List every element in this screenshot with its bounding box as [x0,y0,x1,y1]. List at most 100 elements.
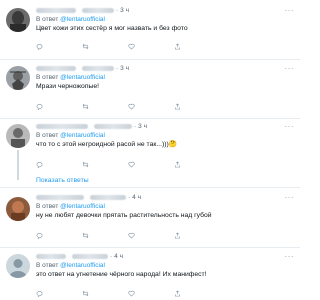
tweet-1[interactable]: · 3 ч В ответ @lentaruofficial Цвет кожи… [0,6,300,56]
retweet-icon [82,43,89,49]
reply-icon [36,161,43,168]
like-button[interactable] [128,42,174,50]
tweet-time[interactable]: 3 ч [120,65,129,72]
like-icon [128,232,135,239]
avatar[interactable] [6,197,30,221]
avatar[interactable] [6,66,30,90]
reply-handle-link[interactable]: @lentaruofficial [60,74,105,81]
like-button[interactable] [128,289,174,297]
share-icon [175,102,180,109]
tweet-text: что то с этой негроидной расой не так...… [36,141,178,148]
divider [0,118,300,119]
user-name[interactable] [36,8,76,13]
reply-icon [36,103,43,110]
more-icon[interactable]: ··· [285,122,295,131]
user-name[interactable] [36,66,76,71]
share-button[interactable] [174,160,220,168]
retweet-button[interactable] [82,289,128,297]
reply-handle-link[interactable]: @lentaruofficial [60,203,105,210]
share-button[interactable] [174,231,220,239]
tweet-actions [36,42,220,50]
retweet-button[interactable] [82,231,128,239]
tweet-time[interactable]: 3 ч [120,7,129,14]
user-name[interactable] [36,254,66,259]
tweet-5[interactable]: · 4 ч В ответ @lentaruofficial это ответ… [0,252,300,300]
show-replies-link[interactable]: Показать ответы [36,177,89,184]
like-icon [128,43,135,50]
retweet-icon [82,290,89,296]
reply-icon [36,43,43,50]
more-icon[interactable]: ··· [285,193,295,202]
tweet-time[interactable]: 3 ч [138,123,147,130]
share-button[interactable] [174,289,220,297]
tweet-text: Мрази черножопые! [36,83,100,90]
user-handle[interactable] [82,8,114,13]
tweet-meta: · 3 ч [36,6,296,15]
reply-icon [36,232,43,239]
tweet-actions [36,102,220,110]
reply-icon [36,290,43,297]
tweet-text: это ответ на угнетение чёрного народа! И… [36,271,207,278]
retweet-icon [82,103,89,109]
like-icon [128,290,135,297]
reply-handle-link[interactable]: @lentaruofficial [60,132,105,139]
reply-button[interactable] [36,160,82,168]
reply-context: В ответ @lentaruofficial [36,262,105,269]
thread-line [17,150,19,180]
reply-button[interactable] [36,231,82,239]
reply-button[interactable] [36,102,82,110]
avatar[interactable] [6,8,30,32]
divider [0,59,300,60]
divider [0,187,300,188]
retweet-icon [82,232,89,238]
like-icon [128,161,135,168]
reply-handle-link[interactable]: @lentaruofficial [60,16,105,23]
user-handle[interactable] [94,124,132,129]
like-button[interactable] [128,160,174,168]
retweet-button[interactable] [82,160,128,168]
tweet-text: ну не любят девочки прятать растительнос… [36,212,212,219]
avatar[interactable] [6,124,30,148]
more-icon[interactable]: ··· [285,252,295,261]
tweet-meta: · 4 ч [36,193,296,202]
user-name[interactable] [36,195,84,200]
tweet-meta: · 3 ч [36,122,296,131]
share-button[interactable] [174,42,220,50]
tweet-text: Цвет кожи этих сестёр я мог назвать и бе… [36,25,188,32]
reply-button[interactable] [36,42,82,50]
tweet-meta: · 4 ч [36,252,296,261]
user-handle[interactable] [72,254,108,259]
tweet-time[interactable]: 4 ч [132,194,141,201]
user-handle[interactable] [90,195,126,200]
tweet-3[interactable]: · 3 ч В ответ @lentaruofficial что то с … [0,122,300,184]
share-icon [175,160,180,167]
tweet-actions [36,231,220,239]
like-button[interactable] [128,102,174,110]
more-icon[interactable]: ··· [285,64,295,73]
user-handle[interactable] [82,66,114,71]
tweet-4[interactable]: · 4 ч В ответ @lentaruofficial ну не люб… [0,193,300,245]
reply-context: В ответ @lentaruofficial [36,132,105,139]
retweet-icon [82,161,89,167]
tweet-time[interactable]: 4 ч [114,253,123,260]
more-icon[interactable]: ··· [285,6,295,15]
user-name[interactable] [36,124,88,129]
share-icon [175,42,180,49]
reply-button[interactable] [36,289,82,297]
like-icon [128,103,135,110]
tweet-2[interactable]: · 3 ч В ответ @lentaruofficial Мрази чер… [0,64,300,116]
retweet-button[interactable] [82,42,128,50]
share-button[interactable] [174,102,220,110]
like-button[interactable] [128,231,174,239]
avatar[interactable] [6,254,30,278]
divider [0,247,300,248]
share-icon [175,289,180,296]
share-icon [175,231,180,238]
retweet-button[interactable] [82,102,128,110]
tweet-actions [36,289,220,297]
reply-context: В ответ @lentaruofficial [36,203,105,210]
tweet-actions [36,160,220,168]
reply-handle-link[interactable]: @lentaruofficial [60,262,105,269]
reply-context: В ответ @lentaruofficial [36,74,105,81]
tweet-meta: · 3 ч [36,64,296,73]
